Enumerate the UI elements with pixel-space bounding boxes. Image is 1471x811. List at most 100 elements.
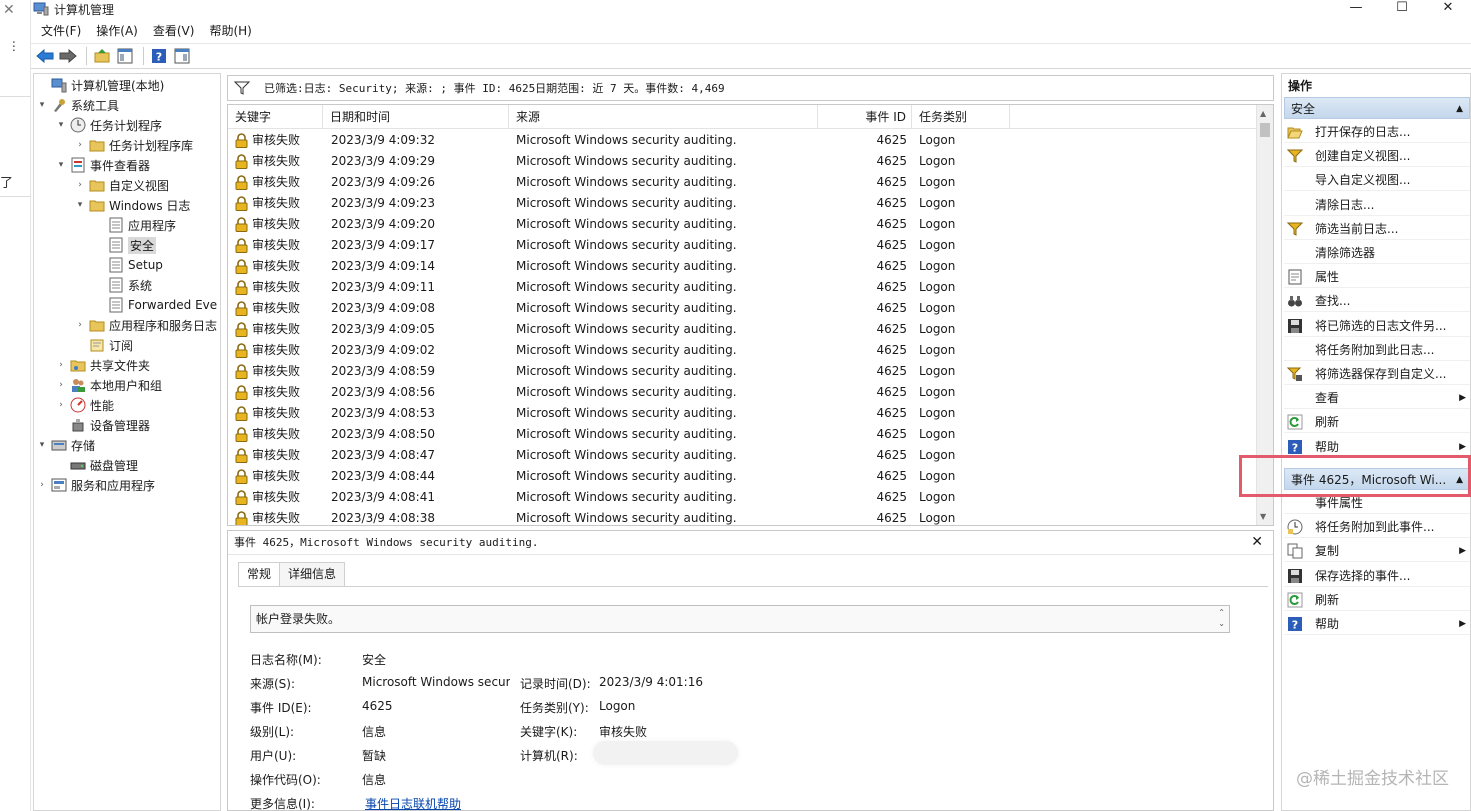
tree-item-system-log[interactable]: 系统 xyxy=(93,275,152,295)
tree-expander[interactable]: › xyxy=(74,180,86,190)
column-header-datetime[interactable]: 日期和时间 xyxy=(323,105,509,129)
action-item[interactable]: 清除日志... xyxy=(1284,194,1470,216)
background-close-icon[interactable]: ✕ xyxy=(3,2,15,18)
table-row[interactable]: 审核失败 2023/3/9 4:08:50 Microsoft Windows se… xyxy=(228,424,1258,445)
show-hide-action-pane-button[interactable] xyxy=(172,46,192,66)
column-header-source[interactable]: 来源 xyxy=(509,105,818,129)
tree-item-app-service-logs[interactable]: › 应用程序和服务日志 xyxy=(74,315,217,335)
action-item[interactable]: ? 帮助 ▶ xyxy=(1284,613,1470,635)
table-row[interactable]: 审核失败 2023/3/9 4:09:23 Microsoft Windows se… xyxy=(228,193,1258,214)
tab-general[interactable]: 常规 xyxy=(238,562,281,587)
table-row[interactable]: 审核失败 2023/3/9 4:08:41 Microsoft Windows se… xyxy=(228,487,1258,508)
tree-item-system-tools[interactable]: ▾ 系统工具 xyxy=(36,95,119,115)
scroll-down-icon[interactable]: ▼ xyxy=(1260,512,1266,521)
background-more-icon[interactable]: ··· xyxy=(5,40,20,52)
table-row[interactable]: 审核失败 2023/3/9 4:09:20 Microsoft Windows se… xyxy=(228,214,1258,235)
tree-expander[interactable]: ▾ xyxy=(55,120,67,130)
table-row[interactable]: 审核失败 2023/3/9 4:08:38 Microsoft Windows se… xyxy=(228,508,1258,525)
back-button[interactable] xyxy=(35,46,55,66)
column-header-task-category[interactable]: 任务类别 xyxy=(912,105,1010,129)
action-item[interactable]: 将筛选器保存到自定义... xyxy=(1284,363,1470,385)
event-description-box[interactable]: 帐户登录失败。 ⌃ ⌄ xyxy=(250,605,1230,633)
online-help-link[interactable]: 事件日志联机帮助 xyxy=(365,795,461,810)
close-icon[interactable]: ✕ xyxy=(1251,534,1263,550)
action-item[interactable]: 将任务附加到此日志... xyxy=(1284,339,1470,361)
collapse-icon[interactable]: ▲ xyxy=(1456,98,1463,120)
action-item[interactable]: 查找... xyxy=(1284,290,1470,313)
tree-expander[interactable]: ▾ xyxy=(36,100,48,110)
table-row[interactable]: 审核失败 2023/3/9 4:09:26 Microsoft Windows se… xyxy=(228,172,1258,193)
tree-item-shared-folders[interactable]: › 共享文件夹 xyxy=(55,355,150,375)
tree-item-application-log[interactable]: 应用程序 xyxy=(93,215,176,235)
tree-expander[interactable]: › xyxy=(55,400,67,410)
tree-item-security-log[interactable]: 安全 xyxy=(93,235,157,255)
tree-item-setup-log[interactable]: Setup xyxy=(93,255,163,275)
tree-expander[interactable]: ▾ xyxy=(74,200,86,210)
tree-expander[interactable]: ▾ xyxy=(55,160,67,170)
actions-section-security[interactable]: 安全 ▲ xyxy=(1284,97,1470,119)
action-item[interactable]: 将任务附加到此事件... xyxy=(1284,516,1470,539)
maximize-button[interactable]: ☐ xyxy=(1379,0,1425,18)
tree-item-event-viewer[interactable]: ▾ 事件查看器 xyxy=(55,155,150,175)
action-item[interactable]: 属性 xyxy=(1284,266,1470,289)
tree-item-task-scheduler[interactable]: ▾ 任务计划程序 xyxy=(55,115,162,135)
tree-item-local-users-groups[interactable]: › 本地用户和组 xyxy=(55,375,162,395)
tree-expander[interactable]: ▾ xyxy=(36,440,48,450)
tree-expander[interactable]: › xyxy=(36,480,48,490)
table-row[interactable]: 审核失败 2023/3/9 4:09:32 Microsoft Windows se… xyxy=(228,130,1258,151)
up-level-button[interactable] xyxy=(92,46,112,66)
close-button[interactable]: ✕ xyxy=(1425,0,1471,18)
tree-item-custom-views[interactable]: › 自定义视图 xyxy=(74,175,169,195)
tree-item-subscriptions[interactable]: 订阅 xyxy=(74,335,133,355)
table-row[interactable]: 审核失败 2023/3/9 4:09:05 Microsoft Windows se… xyxy=(228,319,1258,340)
tree-expander[interactable]: › xyxy=(74,140,86,150)
action-item[interactable]: 打开保存的日志... xyxy=(1284,121,1470,143)
table-row[interactable]: 审核失败 2023/3/9 4:08:59 Microsoft Windows se… xyxy=(228,361,1258,382)
tree-item-services-applications[interactable]: › 服务和应用程序 xyxy=(36,475,155,495)
tree-item-device-manager[interactable]: 设备管理器 xyxy=(55,415,150,435)
table-row[interactable]: 审核失败 2023/3/9 4:09:14 Microsoft Windows se… xyxy=(228,256,1258,277)
tree-expander[interactable]: › xyxy=(74,320,86,330)
table-row[interactable]: 审核失败 2023/3/9 4:09:17 Microsoft Windows se… xyxy=(228,235,1258,256)
forward-button[interactable] xyxy=(58,46,78,66)
menu-help[interactable]: 帮助(H) xyxy=(209,22,251,39)
action-item[interactable]: 筛选当前日志... xyxy=(1284,218,1470,240)
menu-file[interactable]: 文件(F) xyxy=(41,22,81,39)
tree-expander[interactable]: › xyxy=(55,380,67,390)
table-row[interactable]: 审核失败 2023/3/9 4:08:56 Microsoft Windows se… xyxy=(228,382,1258,403)
scroll-up-icon[interactable]: ▲ xyxy=(1260,109,1266,118)
scrollbar-thumb[interactable] xyxy=(1260,123,1270,137)
action-item[interactable]: 清除筛选器 xyxy=(1284,242,1470,264)
help-button[interactable]: ? xyxy=(149,46,169,66)
table-row[interactable]: 审核失败 2023/3/9 4:09:02 Microsoft Windows se… xyxy=(228,340,1258,361)
tree-item-disk-management[interactable]: 磁盘管理 xyxy=(55,455,138,475)
table-row[interactable]: 审核失败 2023/3/9 4:09:29 Microsoft Windows se… xyxy=(228,151,1258,172)
action-item[interactable]: 将已筛选的日志文件另... xyxy=(1284,315,1470,337)
tree-item-performance[interactable]: › 性能 xyxy=(55,395,114,415)
tree-item-windows-logs[interactable]: ▾ Windows 日志 xyxy=(74,195,191,215)
action-item[interactable]: 刷新 xyxy=(1284,411,1470,434)
column-header-event-id[interactable]: 事件 ID xyxy=(818,105,912,129)
tree-item-forwarded-events[interactable]: Forwarded Eve xyxy=(93,295,217,315)
action-item[interactable]: 导入自定义视图... xyxy=(1284,169,1470,192)
tree-item-task-scheduler-library[interactable]: › 任务计划程序库 xyxy=(74,135,193,155)
tab-details[interactable]: 详细信息 xyxy=(279,562,346,586)
action-item[interactable]: 复制 ▶ xyxy=(1284,540,1470,563)
action-item[interactable]: 刷新 xyxy=(1284,589,1470,611)
minimize-button[interactable]: — xyxy=(1333,0,1379,18)
table-row[interactable]: 审核失败 2023/3/9 4:09:08 Microsoft Windows se… xyxy=(228,298,1258,319)
table-row[interactable]: 审核失败 2023/3/9 4:08:53 Microsoft Windows se… xyxy=(228,403,1258,424)
show-hide-tree-button[interactable] xyxy=(115,46,135,66)
action-item[interactable]: 保存选择的事件... xyxy=(1284,565,1470,587)
menu-view[interactable]: 查看(V) xyxy=(153,22,195,39)
table-row[interactable]: 审核失败 2023/3/9 4:08:44 Microsoft Windows se… xyxy=(228,466,1258,487)
menu-action[interactable]: 操作(A) xyxy=(96,22,138,39)
description-scroll-arrows[interactable]: ⌃ ⌄ xyxy=(1218,607,1225,629)
tree-item-storage[interactable]: ▾ 存储 xyxy=(36,435,95,455)
action-item[interactable]: 查看 ▶ xyxy=(1284,387,1470,410)
table-row[interactable]: 审核失败 2023/3/9 4:08:47 Microsoft Windows se… xyxy=(228,445,1258,466)
action-item[interactable]: 创建自定义视图... xyxy=(1284,145,1470,168)
column-header-keyword[interactable]: 关键字 xyxy=(228,105,323,129)
tree-expander[interactable]: › xyxy=(55,360,67,370)
table-row[interactable]: 审核失败 2023/3/9 4:09:11 Microsoft Windows se… xyxy=(228,277,1258,298)
